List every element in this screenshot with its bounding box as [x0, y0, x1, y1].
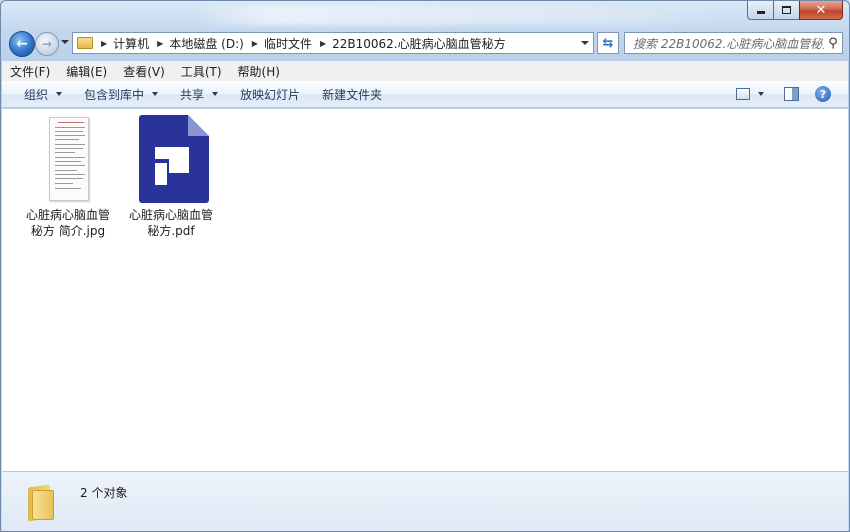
refresh-icon: ⇆ [602, 35, 614, 51]
file-item-jpg[interactable]: 心脏病心脑血管秘方 简介.jpg [24, 115, 112, 239]
breadcrumb-current-folder[interactable]: 22B10062.心脏病心脑血管秘方 [332, 35, 506, 52]
forward-button[interactable]: → [35, 32, 59, 56]
help-icon[interactable]: ? [815, 86, 831, 102]
share-button[interactable]: 共享 [180, 86, 219, 103]
chevron-right-icon[interactable]: ▶ [101, 39, 107, 48]
file-name-jpg: 心脏病心脑血管秘方 简介.jpg [25, 208, 110, 238]
pdf-logo-part [155, 163, 167, 185]
menu-help[interactable]: 帮助(H) [238, 63, 280, 80]
breadcrumb-computer[interactable]: 计算机 [113, 35, 149, 52]
search-placeholder: 搜索 22B10062.心脏病心脑血管秘方 [633, 36, 824, 51]
address-bar[interactable]: ▶ 计算机 ▶ 本地磁盘 (D:) ▶ 临时文件 ▶ 22B10062.心脏病心… [72, 32, 594, 54]
menu-bar: 文件(F) 编辑(E) 查看(V) 工具(T) 帮助(H) [2, 61, 848, 81]
pdf-file-icon [133, 115, 209, 203]
jpg-page-preview [49, 117, 89, 201]
close-icon: ✕ [815, 2, 827, 18]
maximize-button[interactable] [773, 1, 799, 20]
refresh-button[interactable]: ⇆ [597, 32, 619, 54]
command-bar: 组织 包含到库中 共享 放映幻灯片 新建文件夹 ? [2, 81, 848, 108]
menu-tools[interactable]: 工具(T) [181, 63, 222, 80]
explorer-window: ✕ ← → ▶ 计算机 ▶ 本地磁盘 (D:) ▶ 临时文件 ▶ 22B1006… [0, 0, 850, 532]
include-in-library-button[interactable]: 包含到库中 [84, 86, 159, 103]
preview-pane-icon[interactable] [784, 87, 799, 101]
caption-buttons: ✕ [747, 1, 843, 20]
pdf-logo-part [169, 159, 189, 173]
file-name-pdf: 心脏病心脑血管秘方.pdf [128, 208, 213, 238]
menu-edit[interactable]: 编辑(E) [66, 63, 107, 80]
chevron-down-icon [56, 92, 63, 96]
new-folder-button[interactable]: 新建文件夹 [322, 86, 382, 103]
chevron-right-icon[interactable]: ▶ [157, 39, 163, 48]
chevron-right-icon[interactable]: ▶ [320, 39, 326, 48]
search-input[interactable]: 搜索 22B10062.心脏病心脑血管秘方 ⚲ [624, 32, 843, 54]
organize-label: 组织 [24, 87, 49, 102]
search-icon[interactable]: ⚲ [824, 36, 842, 51]
back-arrow-icon: ← [16, 36, 28, 52]
title-bar[interactable]: ✕ [1, 1, 849, 29]
minimize-icon [756, 11, 765, 14]
forward-arrow-icon: → [41, 37, 53, 51]
organize-button[interactable]: 组织 [24, 86, 63, 103]
pdf-page-fold [188, 115, 209, 136]
address-history-dropdown[interactable] [581, 41, 589, 45]
maximize-icon [782, 6, 791, 14]
jpg-thumbnail-icon [30, 115, 106, 203]
minimize-button[interactable] [747, 1, 773, 20]
share-label: 共享 [180, 87, 205, 102]
address-row: ← → ▶ 计算机 ▶ 本地磁盘 (D:) ▶ 临时文件 ▶ 22B10062.… [1, 29, 849, 59]
details-pane: 2 个对象 [2, 471, 848, 531]
slideshow-label: 放映幻灯片 [240, 87, 301, 102]
breadcrumb-temp[interactable]: 临时文件 [264, 35, 312, 52]
file-list[interactable]: 心脏病心脑血管秘方 简介.jpg 心脏病心脑血管秘方.pdf [2, 109, 848, 471]
pdf-logo-part [155, 147, 189, 159]
recent-pages-dropdown[interactable] [61, 40, 69, 44]
breadcrumb-drive-d[interactable]: 本地磁盘 (D:) [169, 35, 243, 52]
menu-view[interactable]: 查看(V) [123, 63, 165, 80]
title-glass [191, 5, 731, 25]
folder-icon [26, 484, 56, 522]
file-item-pdf[interactable]: 心脏病心脑血管秘方.pdf [127, 115, 215, 239]
new-folder-label: 新建文件夹 [322, 87, 383, 102]
change-view-icon[interactable] [736, 88, 750, 100]
chevron-down-icon [212, 92, 219, 96]
chevron-right-icon[interactable]: ▶ [252, 39, 258, 48]
close-button[interactable]: ✕ [799, 1, 843, 20]
chevron-down-icon [152, 92, 159, 96]
include-in-library-label: 包含到库中 [84, 87, 145, 102]
item-count: 2 个对象 [80, 486, 128, 500]
folder-icon [77, 37, 93, 49]
view-options-dropdown[interactable] [758, 92, 764, 96]
menu-file[interactable]: 文件(F) [10, 63, 50, 80]
back-button[interactable]: ← [9, 31, 35, 57]
slideshow-button[interactable]: 放映幻灯片 [240, 86, 300, 103]
